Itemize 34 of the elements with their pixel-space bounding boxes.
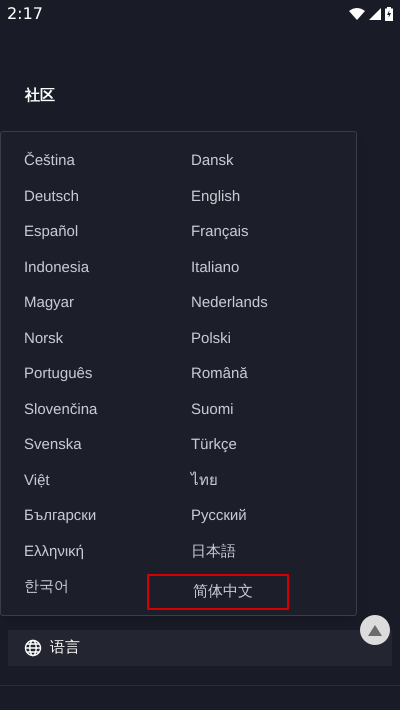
language-option[interactable]: 简体中文: [147, 574, 289, 610]
language-option[interactable]: Norsk: [24, 320, 191, 356]
language-option[interactable]: Čeština: [24, 143, 191, 178]
language-option[interactable]: Português: [24, 356, 191, 392]
scroll-to-top-button[interactable]: [360, 615, 390, 645]
language-option[interactable]: Magyar: [24, 285, 191, 320]
language-option[interactable]: Dansk: [191, 143, 358, 178]
language-option[interactable]: Polski: [191, 320, 358, 356]
language-option[interactable]: Suomi: [191, 392, 358, 427]
language-option[interactable]: Română: [191, 356, 358, 392]
globe-icon: [24, 639, 42, 657]
language-option[interactable]: Indonesia: [24, 250, 191, 285]
language-option[interactable]: Việt: [24, 462, 191, 498]
language-option[interactable]: ไทย: [191, 462, 358, 498]
language-option[interactable]: Türkçe: [191, 427, 358, 462]
battery-icon: [385, 7, 393, 21]
language-option[interactable]: 日本語: [191, 534, 358, 569]
language-option[interactable]: Français: [191, 214, 358, 250]
wifi-icon: [349, 8, 365, 20]
signal-icon: [369, 8, 381, 20]
language-option[interactable]: Svenska: [24, 427, 191, 462]
language-option[interactable]: Deutsch: [24, 178, 191, 214]
language-option[interactable]: Български: [24, 498, 191, 534]
language-option[interactable]: Italiano: [191, 250, 358, 285]
language-option[interactable]: Español: [24, 214, 191, 250]
language-option[interactable]: English: [191, 178, 358, 214]
status-time: 2:17: [7, 3, 43, 25]
language-option[interactable]: Slovenčina: [24, 392, 191, 427]
triangle-icon: [368, 624, 382, 636]
section-heading: 社区: [25, 87, 55, 104]
language-button[interactable]: 语言: [24, 636, 80, 660]
language-option[interactable]: Nederlands: [191, 285, 358, 320]
language-option[interactable]: Ελληνική: [24, 534, 191, 569]
language-option[interactable]: Русский: [191, 498, 358, 534]
